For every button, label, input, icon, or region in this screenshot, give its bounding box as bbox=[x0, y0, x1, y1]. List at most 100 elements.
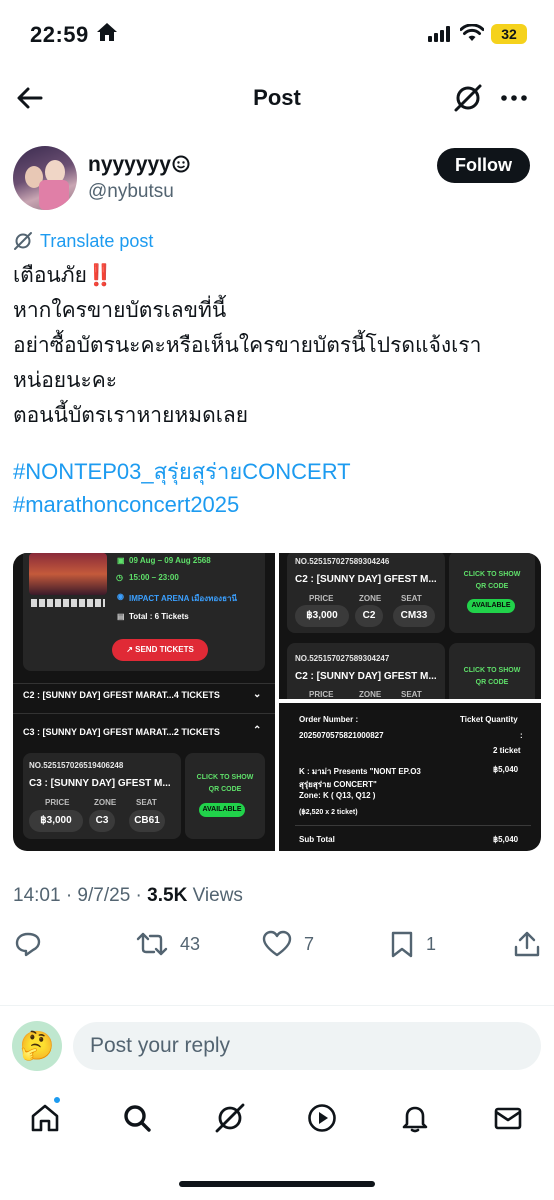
price-label: PRICE bbox=[309, 594, 334, 603]
alert-emoji: ‼️ bbox=[86, 264, 114, 287]
click-to-show-qr[interactable]: CLICK TO SHOW QR CODE bbox=[193, 772, 257, 796]
zone-pill: C3 bbox=[89, 810, 115, 832]
event-venue: IMPACT ARENA เมืองทองธานี bbox=[129, 594, 237, 603]
send-tickets-label: SEND TICKETS bbox=[135, 645, 194, 654]
click-to-show-qr[interactable]: CLICK TO SHOW QR CODE bbox=[459, 569, 525, 593]
post-line: หากใครขายบัตรเลขที่นี้ bbox=[13, 299, 227, 322]
retweet-button[interactable]: 43 bbox=[136, 930, 200, 958]
post-timestamp[interactable]: 14:01 · 9/7/25 · bbox=[13, 885, 147, 906]
author-handle[interactable]: @nybutsu bbox=[88, 181, 174, 203]
order-colon: : bbox=[520, 731, 523, 740]
home-status-icon bbox=[96, 22, 118, 47]
item-calc: (฿2,520 x 2 ticket) bbox=[299, 809, 358, 816]
chevron-up-icon[interactable]: ⌃ bbox=[253, 725, 261, 736]
divider bbox=[13, 683, 275, 684]
divider bbox=[295, 825, 531, 826]
smiley-badge-icon bbox=[172, 155, 190, 178]
ticket-qr-panel[interactable] bbox=[449, 553, 535, 633]
share-button[interactable] bbox=[514, 930, 540, 958]
status-time: 22:59 bbox=[30, 22, 89, 47]
ticket-group-c2[interactable]: C2 : [SUNNY DAY] GFEST MARAT...4 TICKETS bbox=[23, 690, 220, 700]
media-image-3[interactable]: Order Number : Ticket Quantity 202507057… bbox=[279, 703, 541, 851]
order-number-label: Order Number : bbox=[299, 715, 359, 724]
item-line-2: สุรุ่ยสุร่าย CONCERT" bbox=[299, 780, 377, 789]
mail-icon bbox=[494, 1107, 522, 1130]
reply-button[interactable] bbox=[14, 930, 42, 958]
item-line-1: K : มาม่า Presents "NONT EP.O3 bbox=[299, 767, 421, 776]
ticket-group-c3[interactable]: C3 : [SUNNY DAY] GFEST MARAT...2 TICKETS bbox=[23, 727, 220, 737]
status-bar: 22:59 32 bbox=[0, 0, 554, 70]
home-indicator bbox=[179, 1181, 375, 1187]
divider bbox=[0, 1005, 554, 1006]
ticket-number: NO.525157027589304247 bbox=[295, 654, 390, 663]
seat-pill: CB61 bbox=[129, 810, 165, 832]
price-label: PRICE bbox=[45, 798, 70, 807]
chevron-down-icon[interactable]: ⌄ bbox=[253, 689, 261, 700]
tab-video[interactable] bbox=[302, 1098, 342, 1138]
author-avatar[interactable] bbox=[13, 146, 77, 210]
bell-icon bbox=[402, 1106, 428, 1133]
click-to-show-qr[interactable]: CLICK TO SHOW QR CODE bbox=[459, 665, 525, 689]
tab-messages[interactable] bbox=[488, 1098, 528, 1138]
send-tickets-button[interactable]: ↗ SEND TICKETS bbox=[112, 639, 208, 661]
home-icon bbox=[31, 1104, 59, 1132]
post-meta: 14:01 · 9/7/25 · 3.5K Views bbox=[13, 885, 243, 907]
ticket-name: C2 : [SUNNY DAY] GFEST M... bbox=[295, 671, 437, 682]
like-button[interactable]: 7 bbox=[262, 930, 314, 958]
play-icon bbox=[308, 1104, 336, 1132]
ticket-name: C2 : [SUNNY DAY] GFEST M... bbox=[295, 574, 437, 585]
ticket-icon: ▤ bbox=[117, 612, 125, 621]
translate-label: Translate post bbox=[40, 230, 154, 251]
bottom-tab-bar bbox=[0, 1090, 554, 1150]
translate-post-link[interactable]: Translate post bbox=[13, 229, 153, 253]
top-nav: Post bbox=[0, 70, 554, 126]
reply-icon bbox=[15, 932, 41, 957]
tab-notifications[interactable] bbox=[395, 1098, 435, 1138]
wifi-icon bbox=[459, 23, 485, 47]
media-image-2[interactable]: NO.525157027589304246 C2 : [SUNNY DAY] G… bbox=[279, 553, 541, 699]
reply-input[interactable] bbox=[73, 1022, 541, 1070]
available-badge: AVAILABLE bbox=[467, 599, 515, 613]
hashtag-link[interactable]: #NONTEP03_สุรุ่ยสุร่ายCONCERT bbox=[13, 455, 351, 488]
post-line: ตอนนี้บัตรเราหายหมดเลย bbox=[13, 404, 249, 427]
post-line: เตือนภัย‼️ bbox=[13, 258, 543, 293]
post-line-text: เตือนภัย bbox=[13, 264, 87, 287]
follow-button[interactable]: Follow bbox=[437, 148, 530, 183]
zone-label: ZONE bbox=[359, 594, 382, 603]
ticket-qr-panel[interactable] bbox=[185, 753, 265, 839]
order-number: 2025070575821000827 bbox=[299, 731, 384, 740]
price-label: PRICE bbox=[309, 690, 334, 699]
back-arrow-icon[interactable] bbox=[14, 82, 46, 114]
tab-search[interactable] bbox=[117, 1098, 157, 1138]
event-time: 15:00 – 23:00 bbox=[129, 573, 179, 582]
author-name[interactable]: nyyyyyy bbox=[88, 153, 171, 177]
bookmark-button[interactable]: 1 bbox=[390, 930, 436, 958]
grok-icon bbox=[215, 1103, 245, 1133]
like-count: 7 bbox=[304, 933, 315, 954]
subtotal-value: ฿5,040 bbox=[493, 835, 519, 844]
seat-label: SEAT bbox=[401, 594, 422, 603]
tab-grok[interactable] bbox=[210, 1098, 250, 1138]
views-count: 3.5K bbox=[147, 885, 188, 906]
post-actions: 43 7 1 bbox=[0, 926, 554, 966]
hashtag-link[interactable]: #marathonconcert2025 bbox=[13, 488, 351, 521]
price-pill: ฿3,000 bbox=[29, 810, 83, 832]
ticket-quantity: 2 ticket bbox=[493, 746, 521, 755]
ticket-quantity-label: Ticket Quantity bbox=[460, 715, 518, 724]
clock-icon: ◷ bbox=[116, 573, 123, 582]
media-image-1[interactable]: ▣ 09 Aug – 09 Aug 2568 ◷ 15:00 – 23:00 ◉… bbox=[13, 553, 275, 851]
event-date: 09 Aug – 09 Aug 2568 bbox=[129, 556, 211, 565]
post-line: อย่าซื้อบัตรนะคะหรือเห็นใครขายบัตรนี้โปร… bbox=[13, 334, 482, 357]
grok-icon[interactable] bbox=[452, 82, 484, 119]
ticket-number: NO.525157026519406248 bbox=[29, 761, 124, 770]
heart-icon bbox=[262, 930, 292, 957]
cellular-signal-icon bbox=[428, 26, 452, 47]
zone-label: ZONE bbox=[359, 690, 382, 699]
location-icon: ◉ bbox=[117, 592, 124, 601]
ticket-name: C3 : [SUNNY DAY] GFEST M... bbox=[29, 778, 171, 789]
item-price: ฿5,040 bbox=[493, 765, 519, 774]
seat-label: SEAT bbox=[401, 690, 422, 699]
hashtags: #NONTEP03_สุรุ่ยสุร่ายCONCERT #marathonc… bbox=[13, 455, 351, 521]
divider bbox=[13, 713, 275, 714]
more-options-icon[interactable] bbox=[498, 82, 530, 119]
